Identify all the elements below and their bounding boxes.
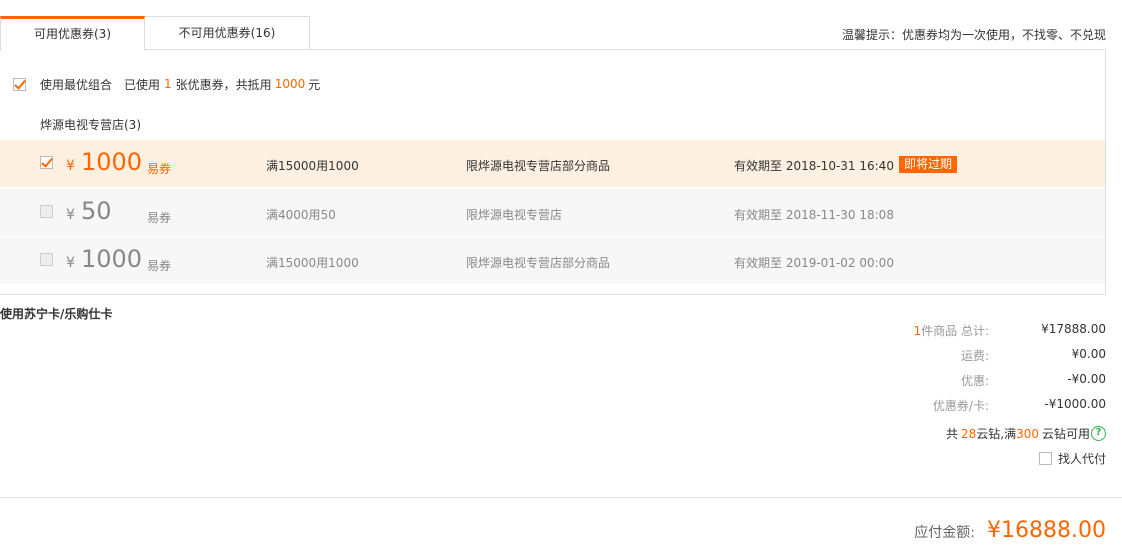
summary-coupon-row: 优惠券/卡: -¥1000.00 — [806, 397, 1106, 415]
used-mid: 张优惠券，共抵用 — [175, 77, 272, 92]
coupon-type: 易券 — [147, 211, 172, 225]
coupon-amount: 1000 — [81, 245, 143, 273]
section-divider — [0, 497, 1122, 498]
coupon-tabs: 可用优惠券(3) 不可用优惠券(16) 温馨提示：优惠券均为一次使用，不找零、不… — [0, 0, 1106, 51]
cloud-prefix: 共 — [945, 427, 958, 441]
coupon-validity: 有效期至 2019-01-02 00:00 — [734, 256, 894, 270]
cloud-count: 28 — [960, 426, 977, 441]
coupon-row[interactable]: ¥ 1000 易券 满15000用1000 限烨源电视专营店部分商品 有效期至 … — [0, 140, 1105, 187]
coupon-yen-symbol: ¥ — [66, 207, 75, 223]
items-total-value: ¥17888.00 — [1041, 322, 1106, 336]
shipping-label: 运费: — [960, 349, 989, 363]
tab-available-coupons[interactable]: 可用优惠券(3) — [0, 16, 145, 51]
coupon-scope: 限烨源电视专营店部分商品 — [466, 159, 611, 173]
tab-unavailable-coupons[interactable]: 不可用优惠券(16) — [144, 16, 310, 50]
summary-discount-row: 优惠: -¥0.00 — [806, 372, 1106, 390]
cloud-diamond-info: 共 28 云钻,满 300 云钻可用 ? — [946, 425, 1106, 442]
proxy-pay-label: 找人代付 — [1057, 452, 1106, 466]
used-amount: 1000 — [274, 77, 306, 91]
coupon-card-value: -¥1000.00 — [1044, 397, 1106, 411]
amount-due: 应付金额: ¥16888.00 — [914, 518, 1106, 543]
coupon-checkbox[interactable] — [40, 205, 53, 218]
best-combo-label: 使用最优组合 — [40, 77, 113, 92]
coupon-rule: 满15000用1000 — [266, 159, 359, 173]
items-count: 1 — [913, 324, 922, 338]
use-suning-card-link[interactable]: 使用苏宁卡/乐购仕卡 — [0, 305, 112, 322]
cloud-mid: 云钻,满 — [976, 427, 1017, 441]
coupon-validity: 有效期至 2018-11-30 18:08 — [734, 208, 894, 222]
used-prefix: 已使用 — [124, 77, 161, 92]
summary-shipping-row: 运费: ¥0.00 — [806, 347, 1106, 365]
shop-name: 烨源电视专营店(3) — [40, 118, 141, 132]
amount-due-label: 应付金额: — [914, 525, 976, 541]
coupon-checkbox[interactable] — [40, 253, 53, 266]
coupon-amount: 1000 — [81, 148, 143, 176]
coupon-row[interactable]: ¥ 50 易券 满4000用50 限烨源电视专营店 有效期至 2018-11-3… — [0, 189, 1105, 236]
coupon-card-label: 优惠券/卡: — [932, 399, 989, 413]
help-icon[interactable]: ? — [1091, 426, 1106, 441]
coupon-validity: 有效期至 2018-10-31 16:40 — [734, 159, 894, 173]
proxy-pay-row[interactable]: 找人代付 — [1038, 450, 1106, 467]
best-combo-checkbox[interactable] — [13, 77, 26, 91]
coupon-scope: 限烨源电视专营店部分商品 — [466, 256, 611, 270]
items-label: 件商品 总计: — [921, 324, 989, 338]
coupon-row[interactable]: ¥ 1000 易券 满15000用1000 限烨源电视专营店部分商品 有效期至 … — [0, 237, 1105, 284]
shipping-value: ¥0.00 — [1071, 347, 1106, 361]
proxy-pay-checkbox[interactable] — [1038, 452, 1052, 465]
coupon-yen-symbol: ¥ — [66, 255, 75, 271]
used-count: 1 — [164, 77, 172, 91]
cloud-suffix: 云钻可用 — [1041, 427, 1090, 441]
expiring-soon-badge: 即将过期 — [899, 156, 958, 173]
coupon-scope: 限烨源电视专营店 — [466, 208, 563, 222]
coupon-type: 易券 — [147, 162, 172, 176]
coupon-tip: 温馨提示：优惠券均为一次使用，不找零、不兑现 — [841, 28, 1106, 42]
summary-items-row: 1件商品 总计: ¥17888.00 — [806, 322, 1107, 340]
coupon-rule: 满15000用1000 — [266, 256, 359, 270]
used-suffix: 元 — [308, 77, 321, 92]
items-total-label: 1件商品 总计: — [914, 322, 990, 339]
coupon-yen-symbol: ¥ — [66, 158, 75, 174]
coupon-rule: 满4000用50 — [266, 208, 336, 222]
coupon-checkbox[interactable] — [40, 156, 53, 169]
cloud-threshold: 300 — [1016, 426, 1039, 441]
coupon-type: 易券 — [147, 259, 172, 273]
amount-due-value: ¥16888.00 — [987, 518, 1106, 543]
best-combo-row: 使用最优组合 已使用 1 张优惠券，共抵用 1000 元 — [13, 76, 320, 92]
discount-label: 优惠: — [960, 374, 989, 388]
coupon-amount: 50 — [81, 197, 112, 225]
discount-value: -¥0.00 — [1067, 372, 1106, 386]
